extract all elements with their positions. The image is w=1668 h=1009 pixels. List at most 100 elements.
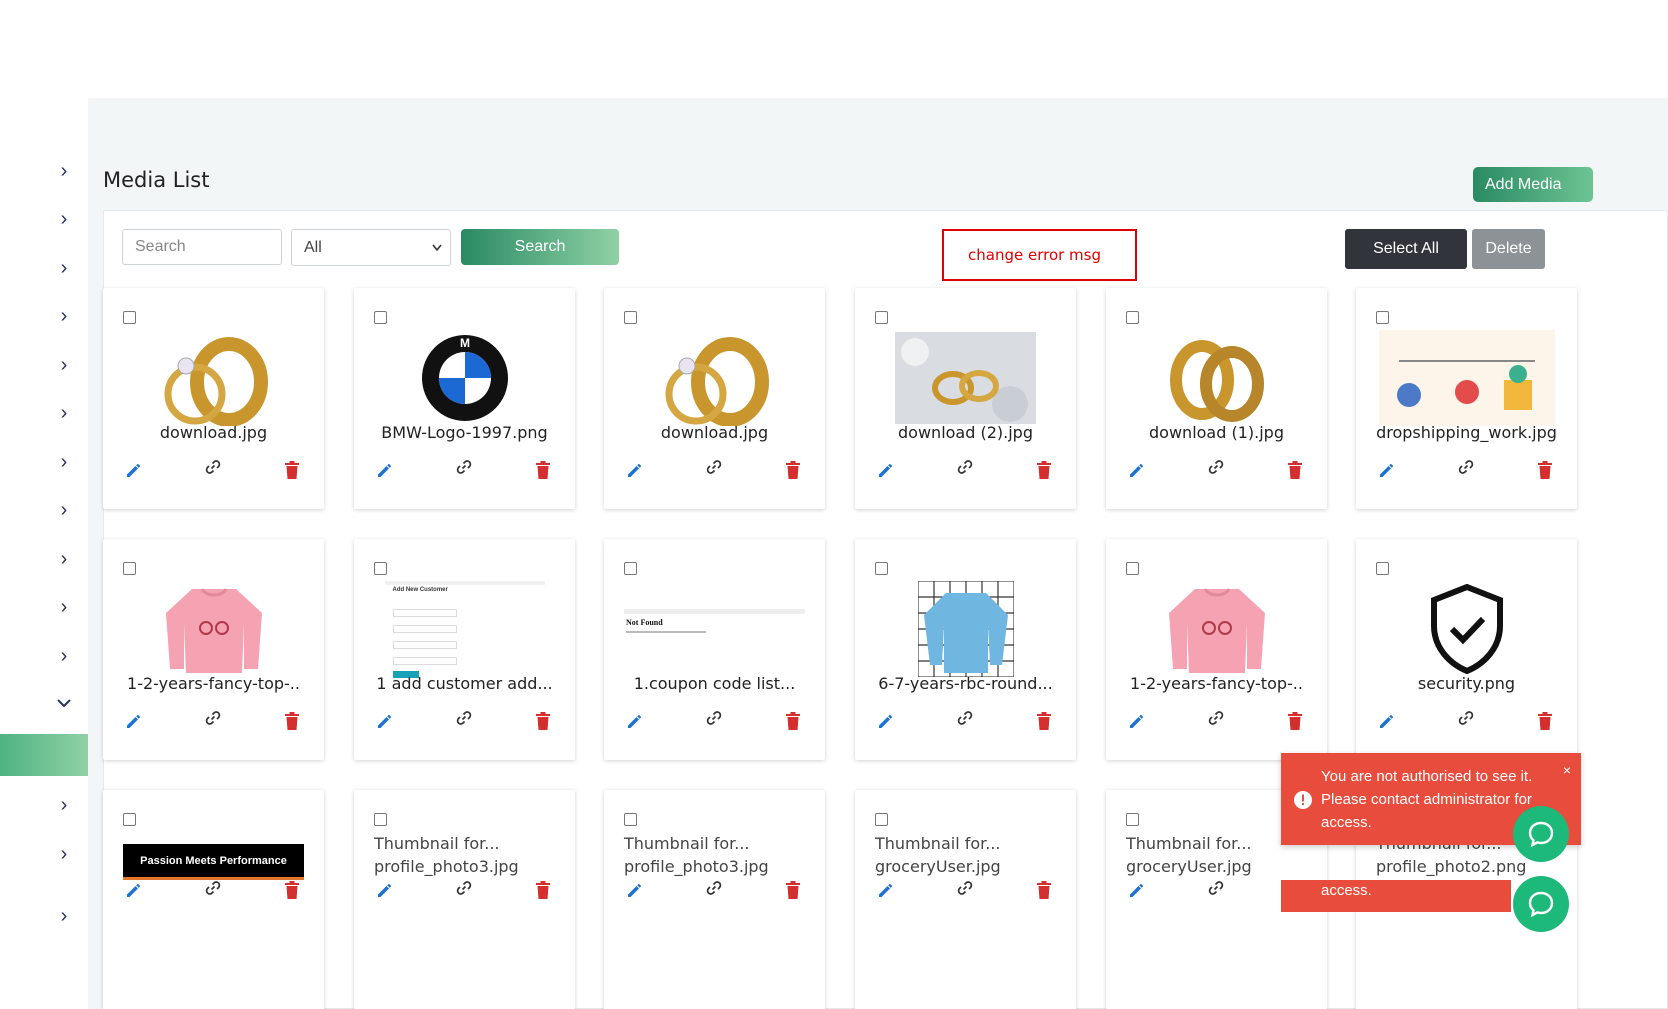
trash-icon[interactable] [1036,460,1052,480]
chevron-right-icon[interactable]: › [52,159,76,183]
edit-icon[interactable] [625,880,645,900]
filter-select[interactable]: All [291,229,451,266]
edit-icon[interactable] [876,460,896,480]
media-filename: groceryUser.jpg [875,857,1001,876]
chevron-right-icon[interactable]: › [52,401,76,425]
trash-icon[interactable] [535,460,551,480]
chevron-right-icon[interactable]: › [52,793,76,817]
trash-icon[interactable] [1036,711,1052,731]
chat-icon[interactable] [1513,806,1569,862]
select-checkbox[interactable] [123,813,136,826]
search-input[interactable] [122,229,282,265]
link-icon[interactable] [1456,457,1476,477]
edit-icon[interactable] [1127,460,1147,480]
select-checkbox[interactable] [374,311,387,324]
trash-icon[interactable] [535,880,551,900]
media-thumbnail: Passion Meets Performance [123,842,304,882]
trash-icon[interactable] [284,880,300,900]
chevron-right-icon[interactable]: › [52,256,76,280]
broken-thumbnail-alt: Thumbnail for... [374,834,500,853]
search-button[interactable]: Search [461,229,619,265]
chevron-right-icon[interactable]: › [52,644,76,668]
chevron-down-icon[interactable] [52,694,76,718]
select-checkbox[interactable] [875,813,888,826]
link-icon[interactable] [203,878,223,898]
link-icon[interactable] [955,708,975,728]
trash-icon[interactable] [284,460,300,480]
link-icon[interactable] [203,457,223,477]
trash-icon[interactable] [1036,880,1052,900]
edit-icon[interactable] [124,880,144,900]
sidebar-active-item[interactable] [0,734,88,776]
media-card: Thumbnail for... profile_photo3.jpg [604,790,825,1009]
select-checkbox[interactable] [1126,311,1139,324]
edit-icon[interactable] [1127,880,1147,900]
trash-icon[interactable] [535,711,551,731]
trash-icon[interactable] [1287,711,1303,731]
select-checkbox[interactable] [374,562,387,575]
select-checkbox[interactable] [624,813,637,826]
media-card: Thumbnail for... groceryUser.jpg [855,790,1076,1009]
select-checkbox[interactable] [374,813,387,826]
edit-icon[interactable] [1377,711,1397,731]
chevron-right-icon[interactable]: › [52,207,76,231]
select-checkbox[interactable] [1126,562,1139,575]
trash-icon[interactable] [785,711,801,731]
edit-icon[interactable] [625,460,645,480]
trash-icon[interactable] [1287,460,1303,480]
link-icon[interactable] [704,457,724,477]
select-checkbox[interactable] [123,311,136,324]
edit-icon[interactable] [375,880,395,900]
trash-icon[interactable] [284,711,300,731]
edit-icon[interactable] [1377,460,1397,480]
link-icon[interactable] [704,708,724,728]
select-all-button[interactable]: Select All [1345,229,1467,269]
trash-icon[interactable] [1537,711,1553,731]
edit-icon[interactable] [876,880,896,900]
edit-icon[interactable] [375,460,395,480]
media-thumbnail [123,330,304,426]
select-checkbox[interactable] [1126,813,1139,826]
select-checkbox[interactable] [875,562,888,575]
trash-icon[interactable] [785,880,801,900]
select-checkbox[interactable] [1376,311,1389,324]
chevron-right-icon[interactable]: › [52,595,76,619]
select-checkbox[interactable] [1376,562,1389,575]
link-icon[interactable] [704,878,724,898]
select-checkbox[interactable] [624,562,637,575]
link-icon[interactable] [454,878,474,898]
chevron-right-icon[interactable]: › [52,842,76,866]
edit-icon[interactable] [876,711,896,731]
select-checkbox[interactable] [875,311,888,324]
select-checkbox[interactable] [624,311,637,324]
select-checkbox[interactable] [123,562,136,575]
link-icon[interactable] [955,457,975,477]
close-icon[interactable]: × [1563,763,1571,777]
link-icon[interactable] [454,708,474,728]
edit-icon[interactable] [124,711,144,731]
trash-icon[interactable] [785,460,801,480]
link-icon[interactable] [1206,708,1226,728]
edit-icon[interactable] [625,711,645,731]
delete-button[interactable]: Delete [1472,229,1545,269]
link-icon[interactable] [955,878,975,898]
edit-icon[interactable] [375,711,395,731]
chevron-right-icon[interactable]: › [52,304,76,328]
link-icon[interactable] [1206,878,1226,898]
add-media-button[interactable]: Add Media [1473,167,1593,202]
chevron-right-icon[interactable]: › [52,904,76,928]
link-icon[interactable] [1456,708,1476,728]
media-filename: profile_photo3.jpg [374,857,519,876]
media-thumbnail [1376,581,1557,677]
chat-icon[interactable] [1513,876,1569,932]
link-icon[interactable] [1206,457,1226,477]
chevron-right-icon[interactable]: › [52,547,76,571]
chevron-right-icon[interactable]: › [52,498,76,522]
link-icon[interactable] [454,457,474,477]
trash-icon[interactable] [1537,460,1553,480]
edit-icon[interactable] [1127,711,1147,731]
link-icon[interactable] [203,708,223,728]
edit-icon[interactable] [124,460,144,480]
chevron-right-icon[interactable]: › [52,450,76,474]
chevron-right-icon[interactable]: › [52,353,76,377]
